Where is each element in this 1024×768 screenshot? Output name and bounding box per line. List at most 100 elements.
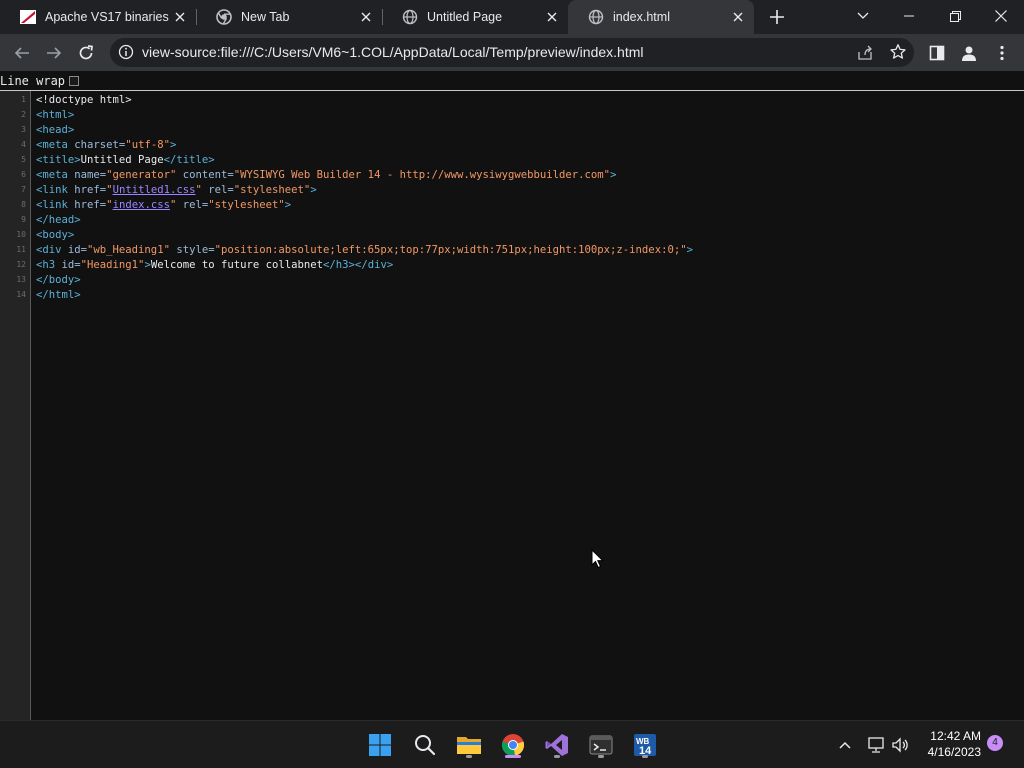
browser-toolbar: view-source:file:///C:/Users/VM6~1.COL/A… (0, 34, 1024, 71)
tab-title: index.html (613, 10, 670, 24)
chrome-icon (216, 9, 232, 25)
tab-index-html[interactable]: index.html (568, 0, 754, 34)
clock-date: 4/16/2023 (927, 745, 981, 759)
code-text: </head> (36, 213, 81, 226)
code-text: <h3 id="Heading1">Welcome to future coll… (36, 258, 394, 271)
line-number: 1 (21, 95, 26, 104)
arrow-left-icon (14, 47, 29, 59)
code-text: </body> (36, 273, 81, 286)
file-explorer-icon[interactable] (453, 729, 485, 761)
bookmark-star-icon[interactable] (889, 43, 907, 61)
restore-icon (949, 10, 961, 22)
source-line: 14 </html> (0, 287, 80, 302)
forward-button[interactable] (40, 39, 68, 67)
source-line: 7 <link href="Untitled1.css" rel="styles… (0, 182, 317, 197)
code-text: <!doctype html> (36, 93, 132, 106)
system-clock[interactable]: 12:42 AM 4/16/2023 (917, 728, 981, 760)
close-icon[interactable] (358, 9, 374, 25)
tab-new-tab[interactable]: New Tab (196, 0, 382, 34)
network-icon[interactable] (866, 735, 886, 755)
close-icon[interactable] (172, 9, 188, 25)
search-icon[interactable] (409, 729, 441, 761)
tab-strip: Apache VS17 binaries a New Tab Untitled … (0, 0, 1024, 34)
line-number: 3 (21, 125, 26, 134)
line-wrap-checkbox[interactable] (69, 76, 80, 86)
info-icon[interactable] (118, 44, 134, 60)
more-vertical-icon (1000, 45, 1004, 61)
tab-search-button[interactable] (840, 0, 886, 32)
running-indicator (642, 755, 648, 758)
code-text: <meta charset="utf-8"> (36, 138, 177, 151)
volume-icon[interactable] (891, 735, 911, 755)
new-tab-button[interactable] (766, 6, 788, 28)
address-url[interactable]: view-source:file:///C:/Users/VM6~1.COL/A… (142, 44, 643, 60)
tab-untitled-page[interactable]: Untitled Page (382, 0, 568, 34)
source-line: 13 </body> (0, 272, 80, 287)
stylesheet-link[interactable]: Untitled1.css (113, 184, 196, 196)
stylesheet-link[interactable]: index.css (113, 199, 170, 211)
visual-studio-icon[interactable] (541, 729, 573, 761)
back-button[interactable] (8, 39, 36, 67)
code-text: <link href="Untitled1.css" rel="styleshe… (36, 183, 317, 196)
code-text: <link href="index.css" rel="stylesheet"> (36, 198, 292, 211)
source-line: 8 <link href="index.css" rel="stylesheet… (0, 197, 291, 212)
notification-badge[interactable]: 4 (987, 735, 1003, 751)
line-number: 12 (16, 260, 26, 269)
arrow-right-icon (47, 47, 62, 59)
source-line: 4 <meta charset="utf-8"> (0, 137, 176, 152)
minimize-button[interactable] (886, 0, 932, 32)
line-number: 4 (21, 140, 26, 149)
source-line: 11 <div id="wb_Heading1" style="position… (0, 242, 693, 257)
chrome-icon[interactable] (497, 729, 529, 761)
side-panel-button[interactable] (923, 39, 951, 67)
tab-apache-vs17[interactable]: Apache VS17 binaries a (0, 0, 196, 34)
line-number: 14 (16, 290, 26, 299)
line-number: 9 (21, 215, 26, 224)
line-number: 11 (16, 245, 26, 254)
line-number: 13 (16, 275, 26, 284)
chevron-down-icon (857, 12, 869, 19)
share-icon[interactable] (856, 44, 874, 62)
code-text: <head> (36, 123, 75, 136)
source-line: 2 <html> (0, 107, 74, 122)
globe-icon (402, 9, 418, 25)
code-text: </html> (36, 288, 81, 301)
line-number: 5 (21, 155, 26, 164)
windows-start-icon[interactable] (364, 729, 396, 761)
tab-title: New Tab (241, 10, 290, 24)
menu-button[interactable] (988, 39, 1016, 67)
line-number: 8 (21, 200, 26, 209)
active-indicator (505, 755, 521, 758)
profile-avatar-icon (962, 46, 976, 61)
running-indicator (466, 755, 472, 758)
side-panel-icon (929, 45, 945, 61)
line-number: 2 (21, 110, 26, 119)
code-text: <meta name="generator" content="WYSIWYG … (36, 168, 617, 181)
running-indicator (598, 755, 604, 758)
restore-button[interactable] (932, 0, 978, 32)
close-icon[interactable] (544, 9, 560, 25)
line-wrap-label: Line wrap (0, 74, 66, 88)
terminal-icon[interactable] (585, 729, 617, 761)
source-line: 1 <!doctype html> (0, 92, 132, 107)
close-icon[interactable] (730, 9, 746, 25)
source-line: 5 <title>Untitled Page</title> (0, 152, 214, 167)
profile-button[interactable] (955, 39, 983, 67)
code-text: <title>Untitled Page</title> (36, 153, 215, 166)
mouse-pointer-icon (591, 549, 605, 569)
line-number: 6 (21, 170, 26, 179)
address-bar[interactable]: view-source:file:///C:/Users/VM6~1.COL/A… (110, 38, 914, 67)
tab-title: Untitled Page (427, 10, 503, 24)
minimize-icon (904, 15, 914, 17)
apache-feather-icon (20, 9, 36, 25)
taskbar: WB 14 12:42 AM 4/16/2023 (0, 720, 1024, 768)
chevron-up-icon[interactable] (835, 735, 855, 755)
divider (0, 90, 1024, 91)
line-wrap-control: Line wrap (0, 72, 80, 90)
clock-time: 12:42 AM (930, 729, 981, 743)
reload-button[interactable] (72, 39, 100, 67)
wysiwyg-web-builder-icon[interactable]: WB 14 (629, 729, 661, 761)
line-number: 7 (21, 185, 26, 194)
source-line: 12 <h3 id="Heading1">Welcome to future c… (0, 257, 393, 272)
close-window-button[interactable] (978, 0, 1024, 32)
